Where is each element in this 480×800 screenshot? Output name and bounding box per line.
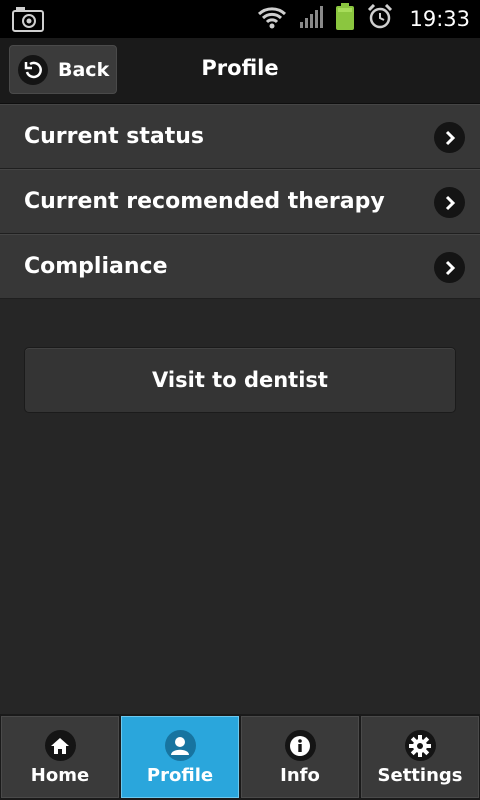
battery-icon (335, 3, 355, 35)
page-title: Profile (201, 56, 279, 80)
tab-info[interactable]: Info (241, 716, 359, 798)
info-icon (284, 730, 316, 761)
status-time: 19:33 (409, 7, 470, 31)
profile-menu-list: Current status Current recomended therap… (0, 104, 480, 299)
user-icon (164, 730, 196, 761)
tab-home[interactable]: Home (1, 716, 119, 798)
menu-item-label: Compliance (24, 254, 168, 279)
visit-dentist-button[interactable]: Visit to dentist (24, 347, 456, 413)
alarm-icon (367, 3, 393, 34)
menu-item-label: Current status (24, 124, 204, 149)
signal-icon (299, 5, 324, 33)
tab-profile[interactable]: Profile (121, 716, 239, 798)
header-bar: Back Profile (0, 38, 480, 104)
menu-item-label: Current recomended therapy (24, 189, 385, 214)
chevron-right-icon (434, 252, 465, 283)
chevron-right-icon (434, 187, 465, 218)
home-icon (44, 730, 76, 761)
menu-item-recommended-therapy[interactable]: Current recomended therapy (0, 169, 480, 234)
tab-label: Home (30, 765, 90, 786)
tab-label: Info (280, 765, 320, 786)
tab-label: Profile (146, 765, 214, 786)
status-bar: 19:33 (0, 0, 480, 38)
bottom-tab-bar: Home Profile Info Settings (0, 714, 480, 800)
tab-settings[interactable]: Settings (361, 716, 479, 798)
camera-icon (12, 6, 44, 32)
wifi-icon (257, 5, 287, 33)
chevron-right-icon (434, 122, 465, 153)
menu-item-current-status[interactable]: Current status (0, 104, 480, 169)
gear-icon (404, 730, 436, 761)
tab-label: Settings (377, 765, 463, 786)
menu-item-compliance[interactable]: Compliance (0, 234, 480, 299)
visit-dentist-label: Visit to dentist (152, 368, 328, 392)
